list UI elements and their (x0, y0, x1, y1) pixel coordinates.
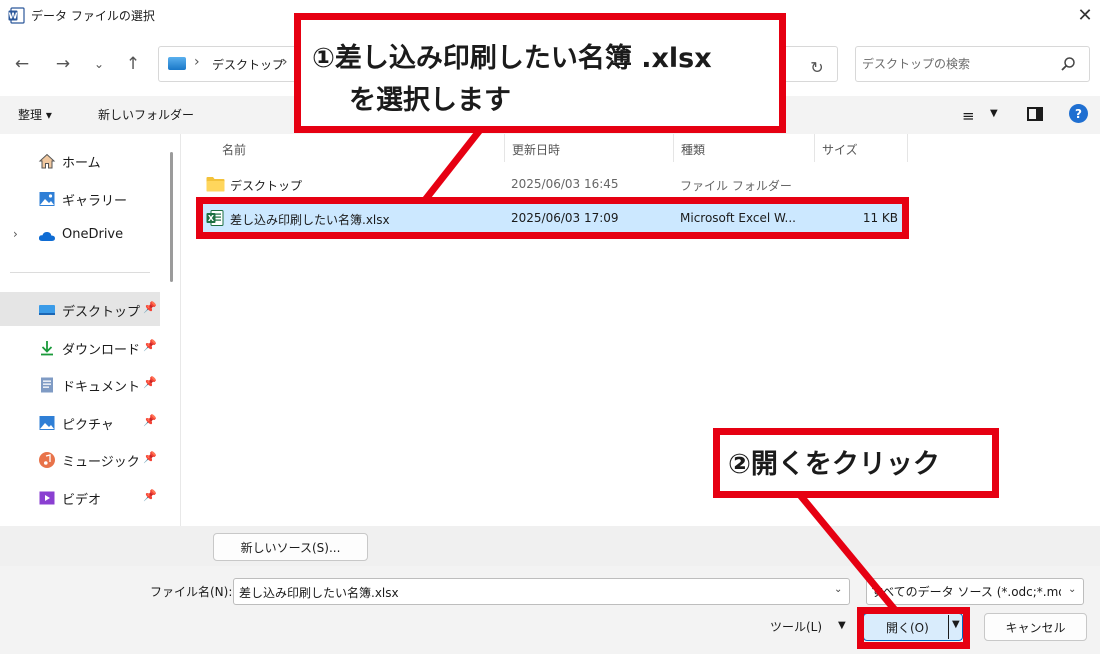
forward-arrow-icon[interactable]: → (49, 50, 77, 78)
help-icon[interactable]: ? (1069, 104, 1088, 123)
close-button[interactable]: ✕ (1070, 0, 1100, 30)
tools-dropdown-icon[interactable]: ▼ (838, 620, 846, 631)
callout-1-text-line2: を選択します (349, 85, 511, 116)
file-name: デスクトップ (230, 179, 303, 193)
file-highlight-box (196, 197, 909, 239)
sidebar-item-label: ビデオ (62, 493, 102, 508)
music-icon (39, 452, 55, 468)
sidebar-item-label: ピクチャ (62, 418, 114, 433)
desktop-icon (39, 305, 55, 315)
sidebar-item-music[interactable]: ミュージック 📌 (0, 442, 160, 476)
recent-locations-chevron-icon[interactable]: ⌄ (85, 50, 113, 78)
column-separator[interactable] (814, 134, 815, 162)
sidebar-item-label: ギャラリー (62, 194, 128, 209)
sidebar-item-label: デスクトップ (62, 305, 141, 320)
file-row[interactable]: デスクトップ 2025/06/03 16:45 ファイル フォルダー (200, 170, 906, 198)
filename-input[interactable] (239, 582, 819, 602)
filename-label: ファイル名(N): (150, 585, 233, 599)
view-options-chevron-icon[interactable]: ▼ (990, 108, 998, 119)
pin-icon[interactable]: 📌 (143, 301, 157, 314)
sidebar-scrollbar[interactable] (170, 152, 173, 282)
breadcrumb-separator-icon[interactable]: › (194, 54, 200, 70)
desktop-icon (168, 57, 186, 70)
organize-button[interactable]: 整理 ▾ (18, 106, 52, 123)
sidebar-item-label: ホーム (62, 156, 101, 171)
sidebar-item-label: ダウンロード (62, 343, 141, 358)
svg-text:W: W (9, 12, 18, 21)
sidebar-item-documents[interactable]: ドキュメント 📌 (0, 367, 160, 401)
video-icon (39, 491, 55, 505)
chevron-down-icon[interactable]: ⌄ (1068, 584, 1076, 595)
pin-icon[interactable]: 📌 (143, 451, 157, 464)
sidebar-item-videos[interactable]: ビデオ 📌 (0, 480, 160, 514)
preview-pane-icon[interactable] (1027, 107, 1043, 121)
sidebar-item-onedrive[interactable]: OneDrive (0, 218, 160, 252)
gallery-icon (39, 192, 55, 206)
picture-icon (39, 416, 55, 430)
column-header-modified[interactable]: 更新日時 (512, 141, 560, 158)
breadcrumb-separator-icon[interactable]: › (282, 54, 288, 70)
refresh-icon[interactable]: ↻ (804, 54, 830, 80)
sidebar-item-label: OneDrive (62, 227, 124, 242)
pin-icon[interactable]: 📌 (143, 414, 157, 427)
word-app-icon: W (8, 7, 25, 24)
sidebar-item-downloads[interactable]: ダウンロード 📌 (0, 330, 160, 364)
sidebar-item-desktop[interactable]: デスクトップ 📌 (0, 292, 160, 326)
tools-button[interactable]: ツール(L) (770, 618, 822, 635)
file-type: ファイル フォルダー (680, 179, 792, 193)
column-separator[interactable] (673, 134, 674, 162)
callout-1-text-line1: ①差し込み印刷したい名簿 .xlsx (312, 43, 712, 74)
new-source-button[interactable]: 新しいソース(S)... (213, 533, 368, 561)
column-separator[interactable] (907, 134, 908, 162)
back-arrow-icon[interactable]: ← (8, 50, 36, 78)
column-header-size[interactable]: サイズ (822, 141, 858, 158)
sidebar-item-pictures[interactable]: ピクチャ 📌 (0, 405, 160, 439)
cloud-icon (38, 231, 55, 241)
search-input[interactable] (862, 53, 1052, 75)
column-separator[interactable] (504, 134, 505, 162)
sidebar-item-gallery[interactable]: ギャラリー (0, 181, 160, 215)
open-button-highlight-box (857, 607, 970, 649)
up-arrow-icon[interactable]: ↑ (119, 50, 147, 78)
sidebar-item-home[interactable]: ホーム (0, 143, 160, 177)
breadcrumb-desktop[interactable]: デスクトップ (212, 56, 284, 73)
pin-icon[interactable]: 📌 (143, 376, 157, 389)
pin-icon[interactable]: 📌 (143, 339, 157, 352)
document-icon (41, 377, 53, 393)
chevron-down-icon[interactable]: ⌄ (834, 584, 842, 595)
file-modified: 2025/06/03 16:45 (511, 177, 619, 191)
home-icon (38, 153, 56, 169)
window-title: データ ファイルの選択 (31, 9, 155, 23)
new-folder-button[interactable]: 新しいフォルダー (98, 106, 194, 123)
sidebar-item-label: ドキュメント (62, 380, 141, 395)
filetype-value: すべてのデータ ソース (*.odc;*.mdb (871, 585, 1061, 599)
cancel-button[interactable]: キャンセル (984, 613, 1087, 641)
column-header-name[interactable]: 名前 (222, 141, 246, 158)
folder-icon (206, 177, 225, 192)
sidebar-item-label: ミュージック (62, 455, 140, 470)
pin-icon[interactable]: 📌 (143, 489, 157, 502)
callout-2-text: ②開くをクリック (728, 449, 940, 480)
column-header-type[interactable]: 種類 (681, 141, 705, 158)
pane-separator[interactable] (180, 134, 181, 526)
search-icon[interactable] (1060, 56, 1076, 72)
download-icon (41, 341, 53, 356)
sidebar-divider (10, 272, 150, 273)
view-options-icon[interactable]: ≡ (962, 107, 975, 125)
